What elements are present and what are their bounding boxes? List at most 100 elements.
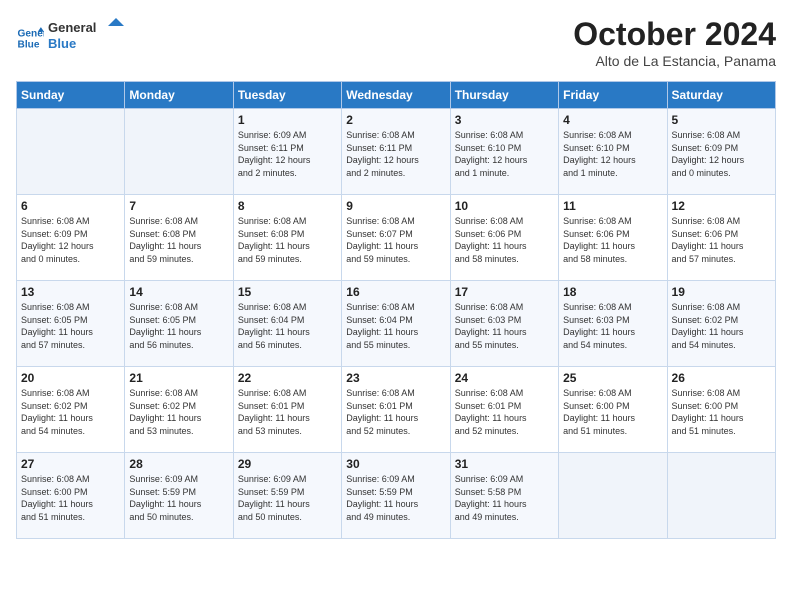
- day-content: Sunrise: 6:08 AM Sunset: 6:02 PM Dayligh…: [129, 387, 228, 437]
- day-number: 27: [21, 457, 120, 471]
- calendar-cell: [667, 453, 775, 539]
- calendar-cell: 30 Sunrise: 6:09 AM Sunset: 5:59 PM Dayli…: [342, 453, 450, 539]
- calendar-cell: 6Sunrise: 6:08 AM Sunset: 6:09 PM Daylig…: [17, 195, 125, 281]
- weekday-header: Thursday: [450, 82, 558, 109]
- calendar-cell: 27 Sunrise: 6:08 AM Sunset: 6:00 PM Dayli…: [17, 453, 125, 539]
- day-number: 17: [455, 285, 554, 299]
- day-content: Sunrise: 6:08 AM Sunset: 6:10 PM Dayligh…: [455, 129, 554, 179]
- day-content: Sunrise: 6:09 AM Sunset: 5:59 PM Dayligh…: [238, 473, 337, 523]
- calendar-cell: 24 Sunrise: 6:08 AM Sunset: 6:01 PM Dayli…: [450, 367, 558, 453]
- day-number: 24: [455, 371, 554, 385]
- day-content: Sunrise: 6:08 AM Sunset: 6:09 PM Dayligh…: [21, 215, 120, 265]
- calendar-cell: 17 Sunrise: 6:08 AM Sunset: 6:03 PM Dayli…: [450, 281, 558, 367]
- day-content: Sunrise: 6:08 AM Sunset: 6:03 PM Dayligh…: [563, 301, 662, 351]
- day-content: Sunrise: 6:08 AM Sunset: 6:03 PM Dayligh…: [455, 301, 554, 351]
- calendar-body: 1 Sunrise: 6:09 AM Sunset: 6:11 PM Daylig…: [17, 109, 776, 539]
- calendar-cell: [559, 453, 667, 539]
- logo-icon: General Blue: [16, 24, 44, 52]
- day-content: Sunrise: 6:08 AM Sunset: 6:02 PM Dayligh…: [672, 301, 771, 351]
- svg-text:General: General: [48, 20, 96, 35]
- calendar-cell: 29Sunrise: 6:09 AM Sunset: 5:59 PM Dayli…: [233, 453, 341, 539]
- day-number: 20: [21, 371, 120, 385]
- calendar-cell: 15 Sunrise: 6:08 AM Sunset: 6:04 PM Dayli…: [233, 281, 341, 367]
- calendar-cell: 28Sunrise: 6:09 AM Sunset: 5:59 PM Dayli…: [125, 453, 233, 539]
- calendar-cell: 13Sunrise: 6:08 AM Sunset: 6:05 PM Dayli…: [17, 281, 125, 367]
- day-number: 25: [563, 371, 662, 385]
- day-number: 8: [238, 199, 337, 213]
- day-number: 11: [563, 199, 662, 213]
- calendar-cell: 4 Sunrise: 6:08 AM Sunset: 6:10 PM Daylig…: [559, 109, 667, 195]
- day-number: 26: [672, 371, 771, 385]
- calendar-cell: 16 Sunrise: 6:08 AM Sunset: 6:04 PM Dayli…: [342, 281, 450, 367]
- calendar-cell: 26 Sunrise: 6:08 AM Sunset: 6:00 PM Dayli…: [667, 367, 775, 453]
- day-content: Sunrise: 6:09 AM Sunset: 6:11 PM Dayligh…: [238, 129, 337, 179]
- day-content: Sunrise: 6:08 AM Sunset: 6:06 PM Dayligh…: [563, 215, 662, 265]
- day-content: Sunrise: 6:09 AM Sunset: 5:59 PM Dayligh…: [346, 473, 445, 523]
- calendar-week-row: 20 Sunrise: 6:08 AM Sunset: 6:02 PM Dayli…: [17, 367, 776, 453]
- calendar-cell: 23Sunrise: 6:08 AM Sunset: 6:01 PM Dayli…: [342, 367, 450, 453]
- location-subtitle: Alto de La Estancia, Panama: [573, 53, 776, 69]
- calendar-cell: 9 Sunrise: 6:08 AM Sunset: 6:07 PM Daylig…: [342, 195, 450, 281]
- calendar-cell: 1 Sunrise: 6:09 AM Sunset: 6:11 PM Daylig…: [233, 109, 341, 195]
- calendar-table: SundayMondayTuesdayWednesdayThursdayFrid…: [16, 81, 776, 539]
- calendar-cell: 22Sunrise: 6:08 AM Sunset: 6:01 PM Dayli…: [233, 367, 341, 453]
- title-block: October 2024 Alto de La Estancia, Panama: [573, 16, 776, 69]
- day-number: 1: [238, 113, 337, 127]
- day-number: 28: [129, 457, 228, 471]
- calendar-cell: 10 Sunrise: 6:08 AM Sunset: 6:06 PM Dayli…: [450, 195, 558, 281]
- day-number: 30: [346, 457, 445, 471]
- day-content: Sunrise: 6:08 AM Sunset: 6:04 PM Dayligh…: [238, 301, 337, 351]
- calendar-cell: 8 Sunrise: 6:08 AM Sunset: 6:08 PM Daylig…: [233, 195, 341, 281]
- calendar-week-row: 13 Sunrise: 6:08 AM Sunset: 6:05 PM Dayli…: [17, 281, 776, 367]
- weekday-header: Sunday: [17, 82, 125, 109]
- day-number: 15: [238, 285, 337, 299]
- calendar-week-row: 27 Sunrise: 6:08 AM Sunset: 6:00 PM Dayli…: [17, 453, 776, 539]
- day-content: Sunrise: 6:08 AM Sunset: 6:04 PM Dayligh…: [346, 301, 445, 351]
- weekday-header: Wednesday: [342, 82, 450, 109]
- calendar-cell: 7 Sunrise: 6:08 AM Sunset: 6:08 PM Daylig…: [125, 195, 233, 281]
- calendar-cell: 20 Sunrise: 6:08 AM Sunset: 6:02 PM Dayli…: [17, 367, 125, 453]
- day-number: 18: [563, 285, 662, 299]
- day-number: 10: [455, 199, 554, 213]
- day-number: 21: [129, 371, 228, 385]
- page-header: General Blue General Blue October 2024 A…: [16, 16, 776, 69]
- day-content: Sunrise: 6:08 AM Sunset: 6:08 PM Dayligh…: [238, 215, 337, 265]
- day-number: 7: [129, 199, 228, 213]
- day-content: Sunrise: 6:08 AM Sunset: 6:06 PM Dayligh…: [455, 215, 554, 265]
- day-content: Sunrise: 6:08 AM Sunset: 6:06 PM Dayligh…: [672, 215, 771, 265]
- calendar-cell: 19 Sunrise: 6:08 AM Sunset: 6:02 PM Dayli…: [667, 281, 775, 367]
- weekday-header: Saturday: [667, 82, 775, 109]
- day-number: 4: [563, 113, 662, 127]
- calendar-week-row: 1 Sunrise: 6:09 AM Sunset: 6:11 PM Daylig…: [17, 109, 776, 195]
- calendar-cell: 31 Sunrise: 6:09 AM Sunset: 5:58 PM Dayli…: [450, 453, 558, 539]
- day-content: Sunrise: 6:08 AM Sunset: 6:08 PM Dayligh…: [129, 215, 228, 265]
- calendar-cell: 11 Sunrise: 6:08 AM Sunset: 6:06 PM Dayli…: [559, 195, 667, 281]
- day-number: 19: [672, 285, 771, 299]
- day-content: Sunrise: 6:08 AM Sunset: 6:01 PM Dayligh…: [346, 387, 445, 437]
- day-content: Sunrise: 6:08 AM Sunset: 6:00 PM Dayligh…: [21, 473, 120, 523]
- day-number: 9: [346, 199, 445, 213]
- day-number: 31: [455, 457, 554, 471]
- day-number: 13: [21, 285, 120, 299]
- general-blue-logo: General Blue: [48, 16, 128, 54]
- day-content: Sunrise: 6:08 AM Sunset: 6:05 PM Dayligh…: [129, 301, 228, 351]
- day-content: Sunrise: 6:08 AM Sunset: 6:07 PM Dayligh…: [346, 215, 445, 265]
- logo: General Blue General Blue: [16, 16, 128, 59]
- day-content: Sunrise: 6:08 AM Sunset: 6:02 PM Dayligh…: [21, 387, 120, 437]
- calendar-cell: 2 Sunrise: 6:08 AM Sunset: 6:11 PM Daylig…: [342, 109, 450, 195]
- day-content: Sunrise: 6:08 AM Sunset: 6:01 PM Dayligh…: [455, 387, 554, 437]
- calendar-cell: 21 Sunrise: 6:08 AM Sunset: 6:02 PM Dayli…: [125, 367, 233, 453]
- day-number: 5: [672, 113, 771, 127]
- svg-text:Blue: Blue: [18, 39, 40, 50]
- day-content: Sunrise: 6:08 AM Sunset: 6:00 PM Dayligh…: [672, 387, 771, 437]
- calendar-cell: 12Sunrise: 6:08 AM Sunset: 6:06 PM Dayli…: [667, 195, 775, 281]
- calendar-week-row: 6Sunrise: 6:08 AM Sunset: 6:09 PM Daylig…: [17, 195, 776, 281]
- calendar-cell: 3Sunrise: 6:08 AM Sunset: 6:10 PM Daylig…: [450, 109, 558, 195]
- day-number: 2: [346, 113, 445, 127]
- day-content: Sunrise: 6:08 AM Sunset: 6:01 PM Dayligh…: [238, 387, 337, 437]
- day-content: Sunrise: 6:08 AM Sunset: 6:10 PM Dayligh…: [563, 129, 662, 179]
- day-content: Sunrise: 6:09 AM Sunset: 5:58 PM Dayligh…: [455, 473, 554, 523]
- calendar-header-row: SundayMondayTuesdayWednesdayThursdayFrid…: [17, 82, 776, 109]
- day-content: Sunrise: 6:08 AM Sunset: 6:11 PM Dayligh…: [346, 129, 445, 179]
- day-number: 16: [346, 285, 445, 299]
